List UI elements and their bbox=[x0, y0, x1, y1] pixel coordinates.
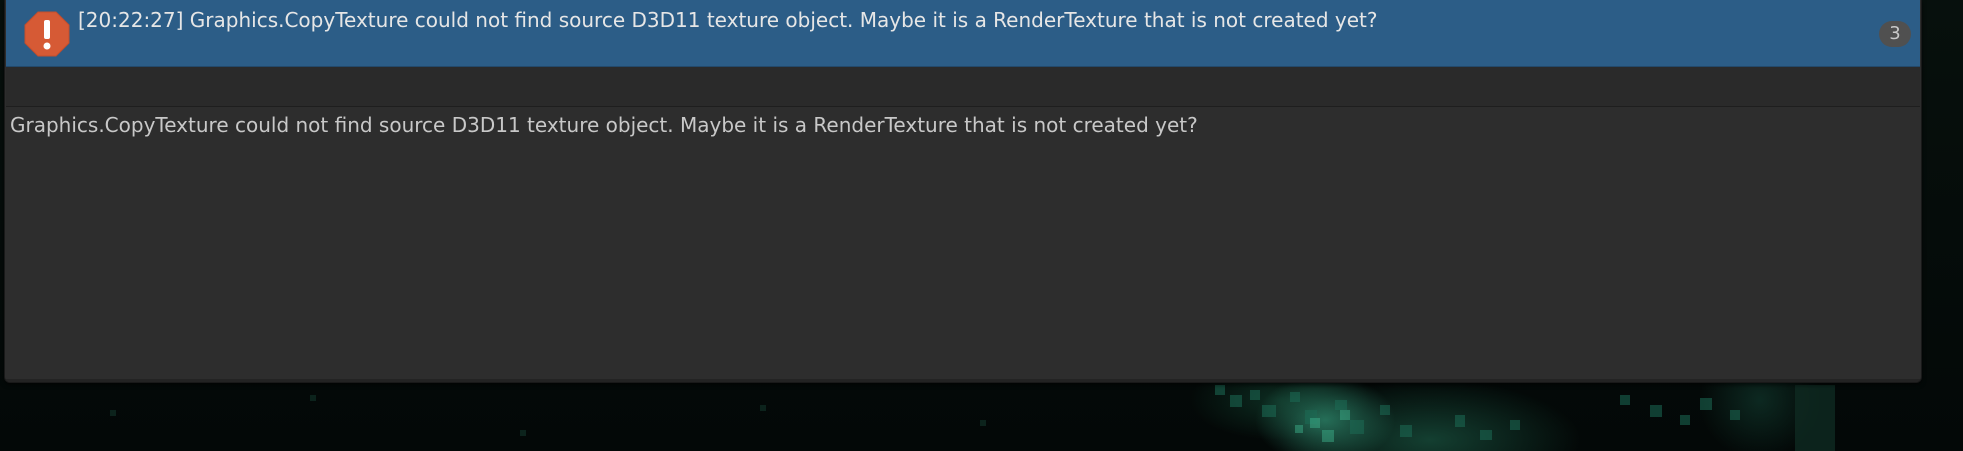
collapse-count-badge: 3 bbox=[1879, 21, 1911, 47]
log-entry-empty[interactable] bbox=[6, 67, 1920, 107]
stack-trace-pane[interactable]: Graphics.CopyTexture could not find sour… bbox=[6, 107, 1920, 379]
log-entry-message: [20:22:27] Graphics.CopyTexture could no… bbox=[78, 8, 1378, 32]
console-window: [20:22:27] Graphics.CopyTexture could no… bbox=[4, 0, 1922, 383]
log-entry-selected[interactable]: [20:22:27] Graphics.CopyTexture could no… bbox=[6, 0, 1920, 67]
stack-trace-text: Graphics.CopyTexture could not find sour… bbox=[10, 113, 1198, 137]
error-icon bbox=[24, 11, 70, 57]
console-bottom-border bbox=[5, 379, 1921, 382]
